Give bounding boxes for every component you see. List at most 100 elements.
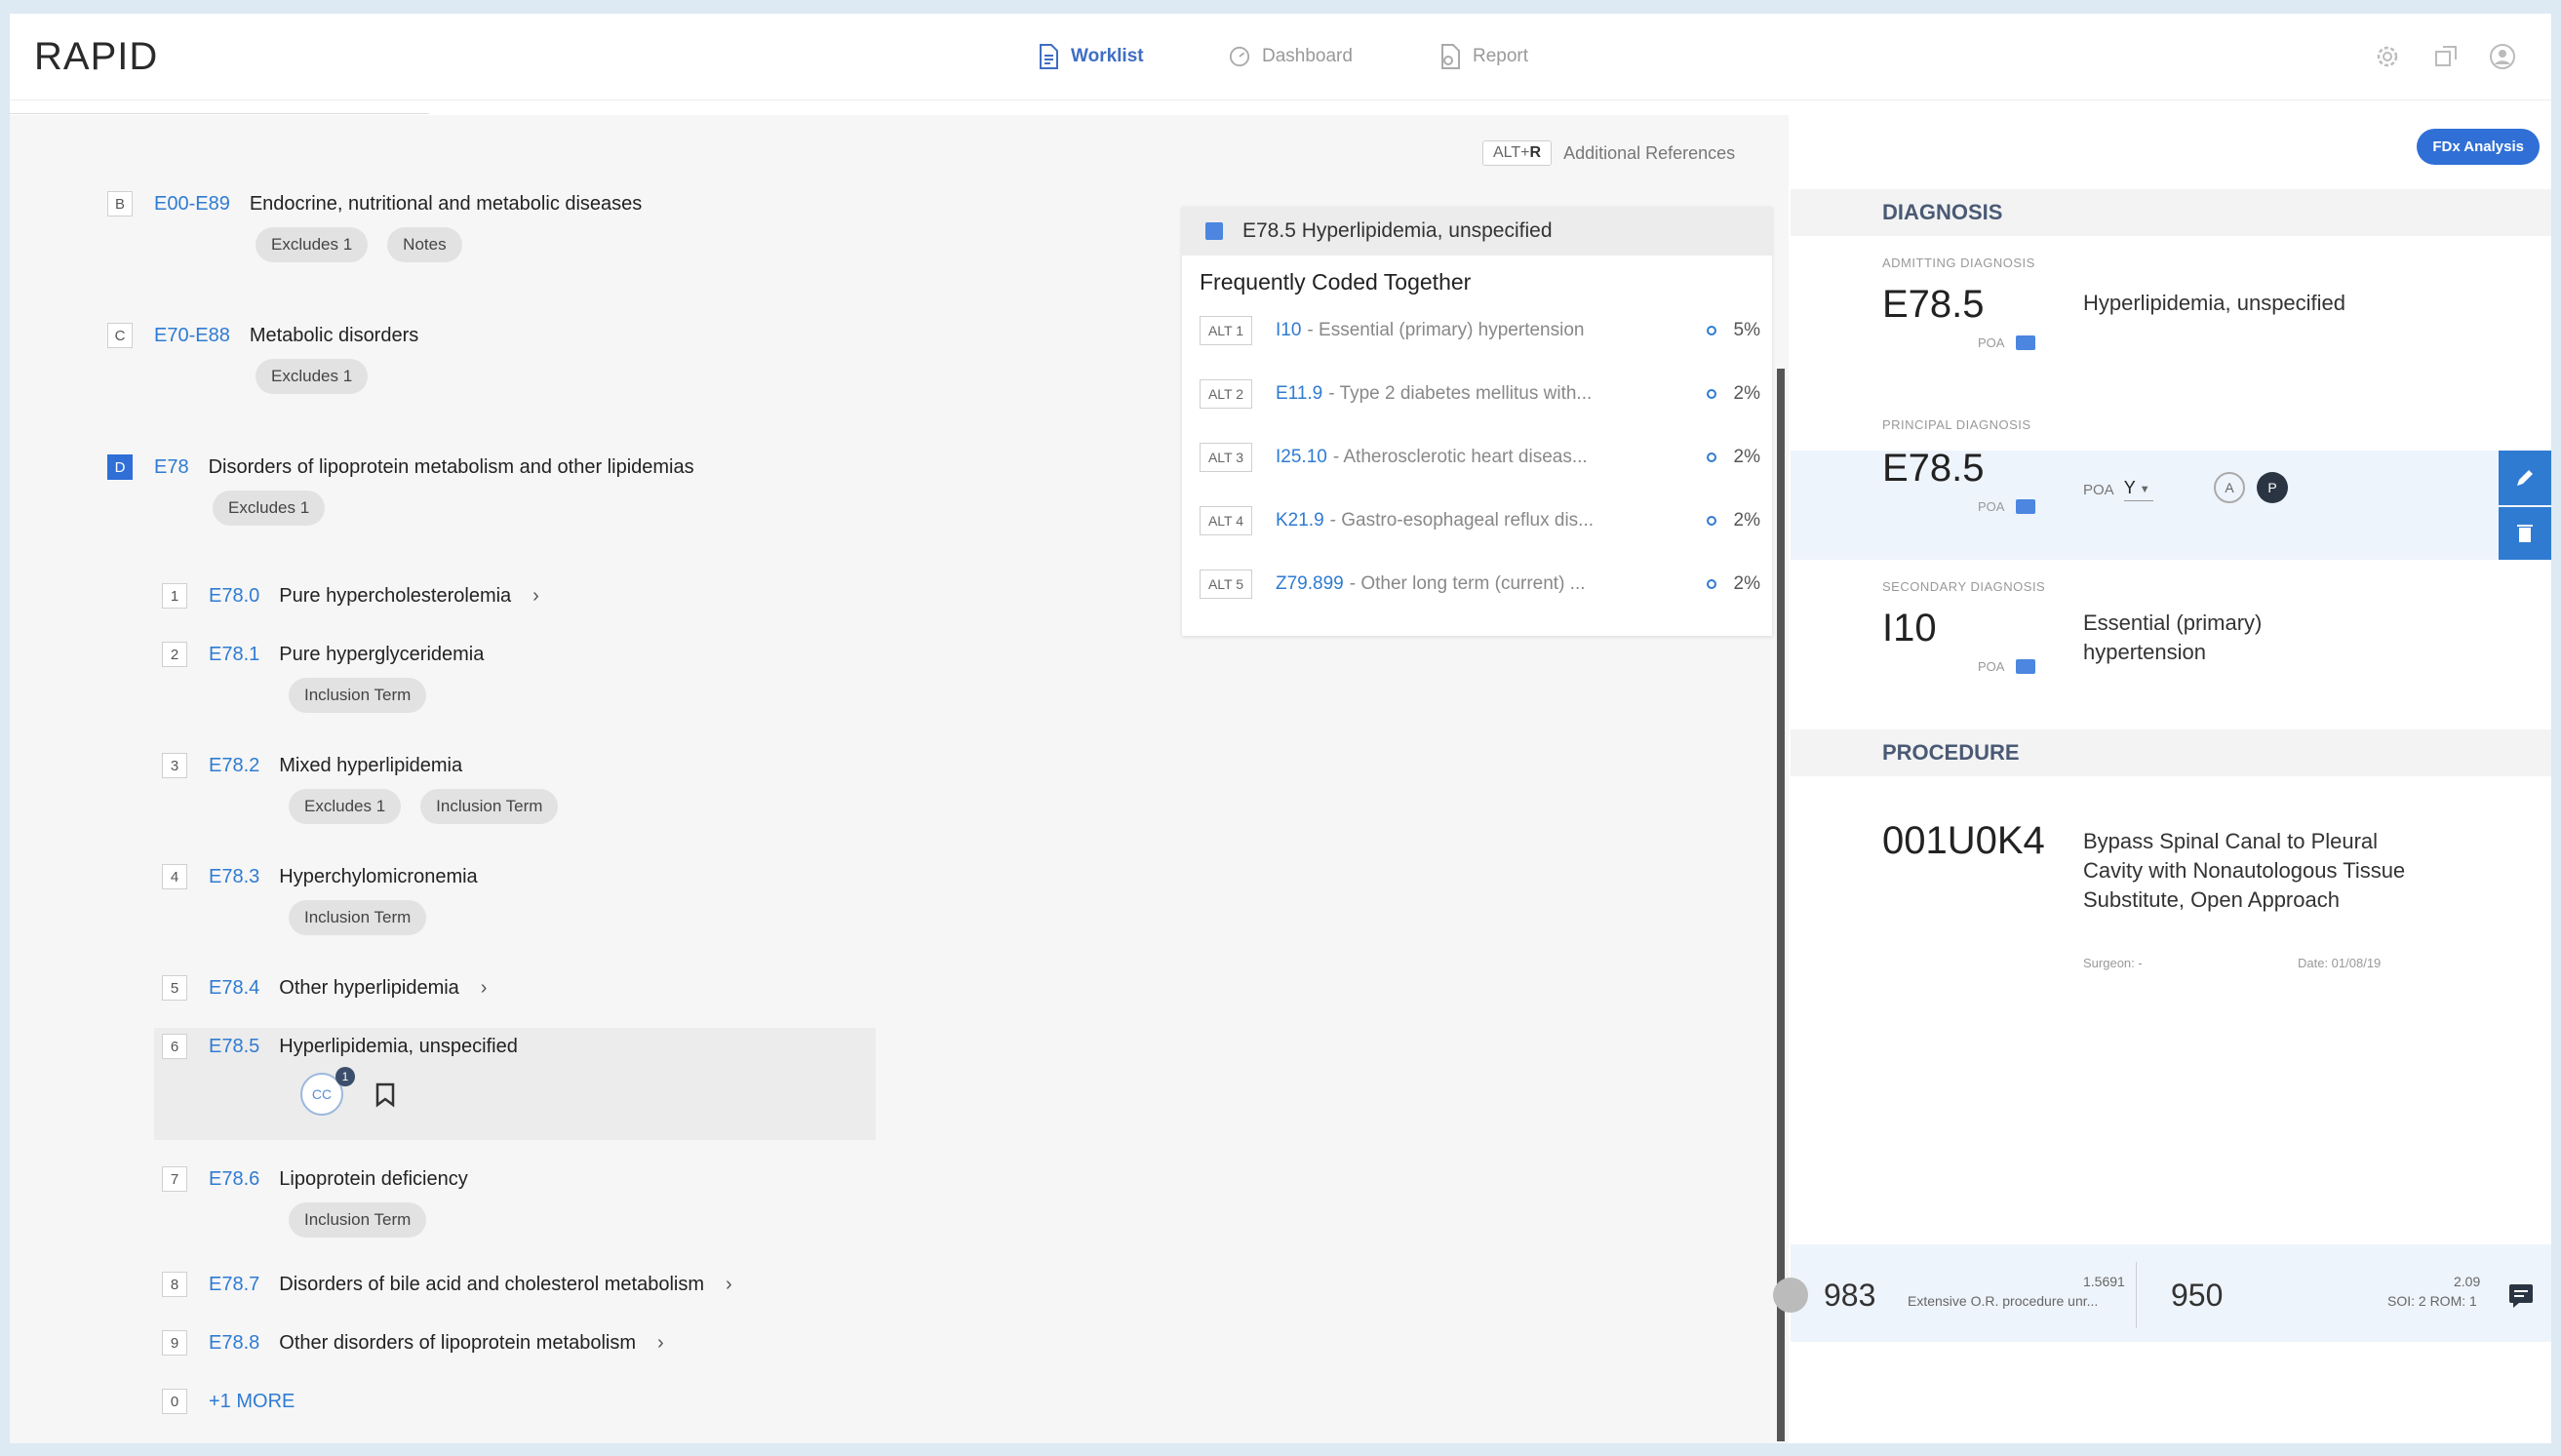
code-row[interactable]: 2 E78.1 Pure hyperglyceridemia [162,642,484,667]
frequently-coded-row[interactable]: ALT 3 I25.10 - Atherosclerotic heart dis… [1200,443,1760,472]
code-link[interactable]: E78.3 [209,866,259,888]
frequency-dot-icon [1706,579,1716,589]
hierarchy-badge: B [107,191,133,216]
chevron-down-icon: ▼ [2139,484,2150,495]
poa-box-icon [2016,335,2036,350]
drg-primary-value[interactable]: 983 [1824,1278,1875,1314]
code-label: Other disorders of lipoprotein metabolis… [279,1331,636,1354]
code-link[interactable]: E78.6 [209,1168,259,1191]
notes-chip[interactable]: Notes [387,227,462,262]
frequently-coded-row[interactable]: ALT 5 Z79.899 - Other long term (current… [1200,570,1760,599]
chevron-right-icon[interactable]: › [657,1332,664,1355]
code-link[interactable]: E78.5 [209,1036,259,1058]
excludes-chip[interactable]: Excludes 1 [213,491,326,526]
excludes-chip[interactable]: Excludes 1 [256,227,369,262]
fc-code-link[interactable]: I25.10 [1276,447,1327,468]
app-logo: RAPID [34,35,159,78]
frequently-coded-row[interactable]: ALT 4 K21.9 - Gastro-esophageal reflux d… [1200,506,1760,535]
fc-code-link[interactable]: E11.9 [1276,383,1322,405]
chevron-right-icon[interactable]: › [532,585,539,608]
code-row[interactable]: 3 E78.2 Mixed hyperlipidemia [162,753,462,778]
edit-button[interactable] [2499,451,2551,505]
fdx-analysis-button[interactable]: FDx Analysis [2417,129,2540,165]
frequency-dot-icon [1706,389,1716,399]
hierarchy-label: Disorders of lipoprotein metabolism and … [208,455,694,478]
code-chips: Inclusion Term [289,678,446,713]
frequently-coded-row[interactable]: ALT 1 I10 - Essential (primary) hyperten… [1200,316,1760,345]
code-row[interactable]: 8 E78.7 Disorders of bile acid and chole… [162,1272,732,1297]
principal-code[interactable]: E78.5 [1882,447,1985,491]
code-link[interactable]: E78.4 [209,977,259,1000]
popout-icon[interactable] [2432,43,2460,70]
diagnosis-section-title: DIAGNOSIS [1791,189,2551,236]
fc-desc: - Atherosclerotic heart diseas... [1332,447,1588,467]
drg-primary-desc: Extensive O.R. procedure unr... [1908,1293,2099,1309]
nav-worklist[interactable]: Worklist [1038,14,1144,99]
frequently-coded-row[interactable]: ALT 2 E11.9 - Type 2 diabetes mellitus w… [1200,379,1760,409]
code-link[interactable]: E78.1 [209,644,259,666]
code-row-selected[interactable]: 6 E78.5 Hyperlipidemia, unspecified [162,1034,518,1059]
nav-report-label: Report [1473,46,1529,66]
nav-report[interactable]: Report [1439,14,1528,99]
hierarchy-code[interactable]: E00-E89 [154,193,230,216]
code-link[interactable]: E78.8 [209,1332,259,1355]
surgeon-label: Surgeon: - [2083,956,2143,970]
fc-code-link[interactable]: Z79.899 [1276,573,1344,595]
excludes-chip[interactable]: Excludes 1 [289,789,402,824]
code-row[interactable]: 9 E78.8 Other disorders of lipoprotein m… [162,1330,664,1356]
admitting-code[interactable]: E78.5 [1882,283,1985,327]
poa-select[interactable]: POA Y ▼ [2083,478,2153,501]
code-row[interactable]: 5 E78.4 Other hyperlipidemia › [162,975,487,1001]
fc-desc: - Other long term (current) ... [1349,573,1586,594]
hierarchy-item-category[interactable]: D E78 Disorders of lipoprotein metabolis… [107,454,694,480]
hierarchy-code[interactable]: E70-E88 [154,325,230,347]
comment-icon[interactable] [2508,1283,2534,1309]
code-row[interactable]: 4 E78.3 Hyperchylomicronemia [162,864,478,889]
secondary-code[interactable]: I10 [1882,607,1937,650]
delete-button[interactable] [2499,507,2551,560]
excludes-chip[interactable]: Excludes 1 [256,359,369,394]
drg-secondary-value[interactable]: 950 [2171,1278,2223,1314]
hierarchy-code[interactable]: E78 [154,456,189,479]
procedure-section-title: PROCEDURE [1791,729,2551,776]
alt-shortcut: ALT 3 [1200,443,1252,472]
inclusion-term-chip[interactable]: Inclusion Term [289,678,427,713]
fc-code-link[interactable]: K21.9 [1276,510,1324,531]
chevron-right-icon[interactable]: › [726,1274,732,1296]
poa-indicator: POA [1978,499,2036,514]
admit-toggle-a[interactable]: A [2214,472,2245,503]
chevron-right-icon[interactable]: › [481,977,488,1000]
inclusion-term-chip[interactable]: Inclusion Term [289,1202,427,1238]
code-link[interactable]: E78.0 [209,585,259,608]
bookmark-icon[interactable] [374,1082,396,1108]
more-link[interactable]: +1 MORE [209,1391,295,1413]
nav-dashboard[interactable]: Dashboard [1229,14,1353,99]
fc-code-link[interactable]: I10 [1276,320,1301,341]
fc-desc: - Type 2 diabetes mellitus with... [1328,383,1593,404]
header-underline [10,99,429,114]
frequency-pct: 2% [1706,447,1760,468]
inclusion-term-chip[interactable]: Inclusion Term [289,900,427,935]
frequency-pct: 2% [1706,573,1760,595]
code-label: Pure hypercholesterolemia [279,584,512,607]
secondary-label: SECONDARY DIAGNOSIS [1882,579,2046,594]
more-row[interactable]: 0 +1 MORE [162,1389,295,1414]
code-link[interactable]: E78.2 [209,755,259,777]
additional-references-link[interactable]: ALT+R Additional References [1482,140,1735,166]
hierarchy-item-chapter[interactable]: B E00-E89 Endocrine, nutritional and met… [107,191,642,216]
code-row[interactable]: 1 E78.0 Pure hypercholesterolemia › [162,583,539,609]
procedure-code[interactable]: 001U0K4 [1882,819,2045,863]
user-icon[interactable] [2489,43,2516,70]
code-row[interactable]: 7 E78.6 Lipoprotein deficiency [162,1166,468,1192]
code-number: 5 [162,975,187,1001]
drg-primary-weight: 1.5691 [2083,1274,2125,1289]
code-link[interactable]: E78.7 [209,1274,259,1296]
inclusion-term-chip[interactable]: Inclusion Term [420,789,559,824]
cc-count: 1 [335,1067,355,1086]
drg-toggle-icon[interactable] [1773,1278,1808,1313]
gear-icon[interactable] [2374,43,2401,70]
hierarchy-chips: Excludes 1 [256,359,387,394]
hierarchy-item-block[interactable]: C E70-E88 Metabolic disorders [107,323,418,348]
fc-desc: - Gastro-esophageal reflux dis... [1329,510,1595,531]
principal-toggle-p[interactable]: P [2257,472,2288,503]
